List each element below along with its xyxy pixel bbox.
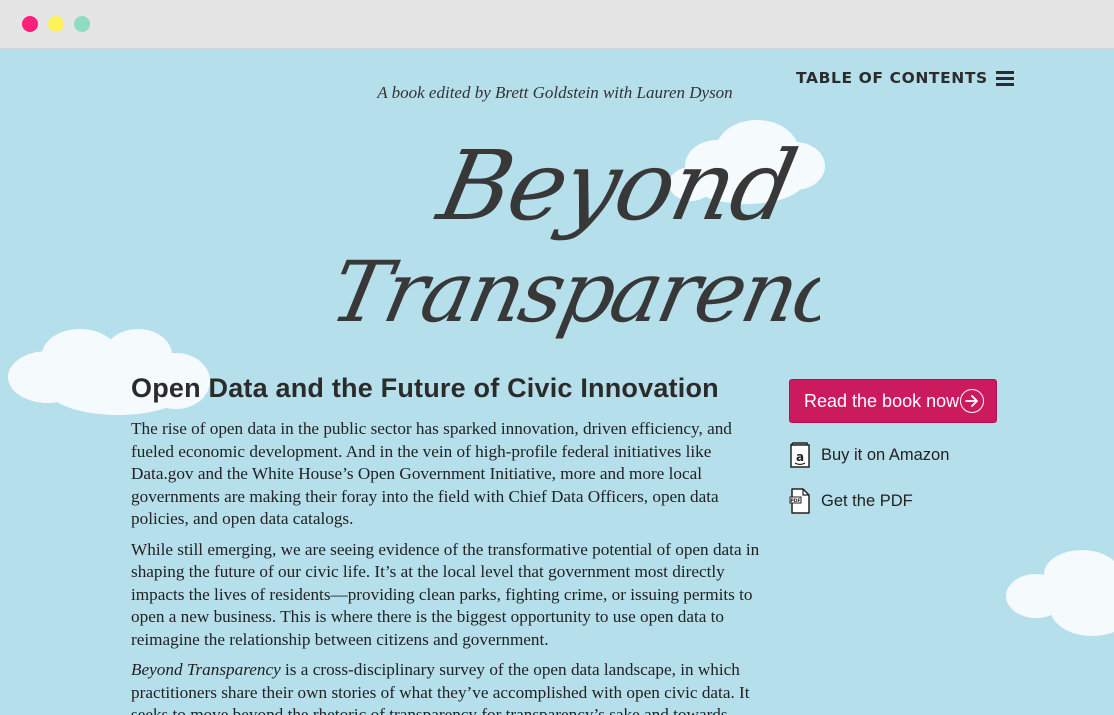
section-title: Open Data and the Future of Civic Innova… bbox=[131, 373, 719, 403]
svg-text:PDF: PDF bbox=[790, 498, 800, 504]
paragraph-2: While still emerging, we are seeing evid… bbox=[131, 539, 760, 649]
browser-chrome bbox=[0, 0, 1114, 49]
cloud-bottom-right bbox=[1006, 550, 1114, 636]
paragraph-3: Beyond Transparency is a cross-disciplin… bbox=[131, 659, 763, 715]
main-content: Open Data and the Future of Civic Innova… bbox=[131, 373, 763, 715]
paragraph-1: The rise of open data in the public sect… bbox=[131, 419, 732, 528]
title-line-1: Beyond bbox=[428, 130, 804, 242]
get-pdf-label: Get the PDF bbox=[821, 491, 913, 510]
hamburger-menu-icon bbox=[995, 70, 1014, 86]
window-zoom-button[interactable] bbox=[74, 16, 90, 32]
arrow-right-circle-icon bbox=[960, 389, 984, 413]
get-pdf-link[interactable]: PDF Get the PDF bbox=[789, 487, 997, 515]
read-book-button[interactable]: Read the book now bbox=[789, 379, 997, 423]
svg-text:a: a bbox=[796, 450, 804, 464]
window-close-button[interactable] bbox=[22, 16, 38, 32]
title-line-2: Transparency bbox=[323, 244, 820, 342]
window-minimize-button[interactable] bbox=[48, 16, 64, 32]
amazon-book-icon: a bbox=[790, 442, 810, 468]
byline: A book edited by Brett Goldstein with La… bbox=[377, 83, 733, 102]
buy-amazon-link[interactable]: a Buy it on Amazon bbox=[789, 441, 997, 469]
table-of-contents-button[interactable]: TABLE OF CONTENTS bbox=[796, 67, 1014, 89]
page: TABLE OF CONTENTS A book edited by Brett… bbox=[0, 49, 1114, 715]
book-title-logo: Beyond Transparency bbox=[323, 130, 820, 342]
book-title-inline: Beyond Transparency bbox=[131, 660, 281, 679]
toc-label: TABLE OF CONTENTS bbox=[796, 69, 988, 87]
read-book-label: Read the book now bbox=[804, 390, 960, 411]
sidebar: Read the book now a Buy it on Amazon PDF… bbox=[789, 379, 997, 515]
buy-amazon-label: Buy it on Amazon bbox=[821, 445, 950, 464]
pdf-file-icon: PDF bbox=[789, 488, 810, 514]
